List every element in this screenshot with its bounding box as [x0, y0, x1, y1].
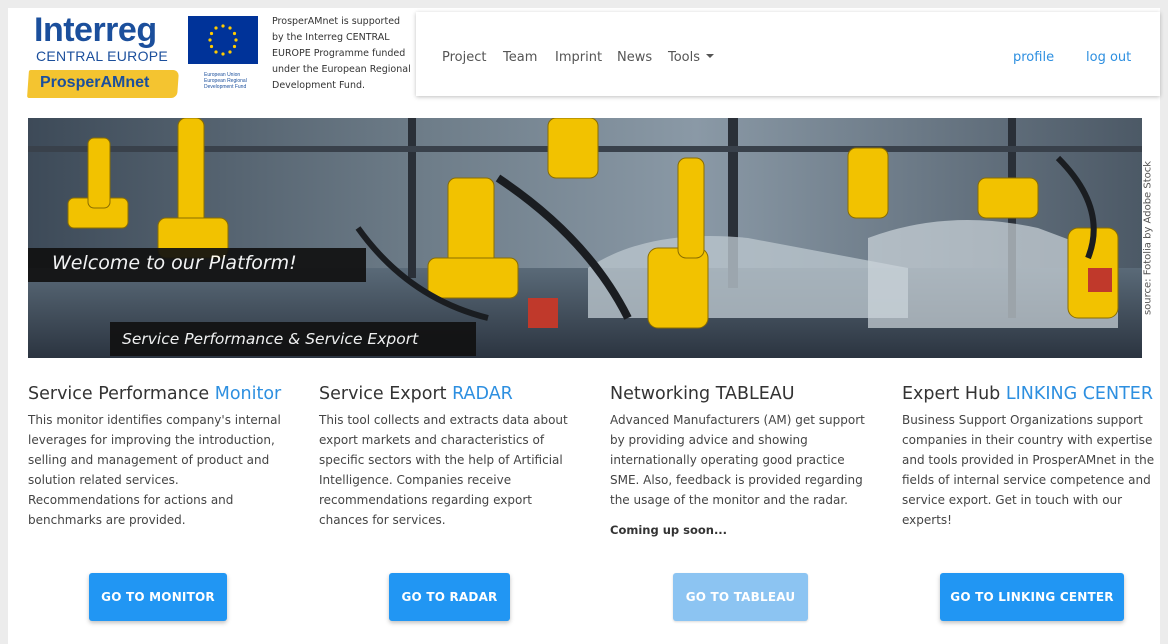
interreg-logo[interactable]: Interreg CENTRAL EUROPE ProsperAMnet Eur… — [27, 11, 266, 104]
go-to-tableau-button[interactable]: GO TO TABLEAU — [673, 573, 808, 621]
nav-tools-dropdown[interactable]: Tools — [668, 50, 715, 65]
support-statement: ProsperAMnet is supported by the Interre… — [272, 16, 411, 91]
column-description: This tool collects and extracts data abo… — [319, 413, 568, 527]
column-title-text: Service Export — [319, 384, 447, 404]
image-credit: source: Fotolia by Adobe Stock — [1138, 118, 1158, 358]
hero-subtitle: Service Performance & Service Export — [122, 330, 419, 348]
column-title: Service Export RADAR — [319, 382, 581, 406]
column-title-highlight: RADAR — [452, 384, 513, 404]
column-title-highlight: LINKING CENTER — [1005, 384, 1153, 404]
service-export-column: Service Export RADAR This tool collects … — [319, 382, 581, 530]
main-navbar: Project Team Imprint News Tools profile … — [416, 12, 1160, 96]
column-description: Advanced Manufacturers (AM) get support … — [610, 413, 865, 507]
profile-link[interactable]: profile — [1013, 50, 1054, 65]
column-title-text: Expert Hub — [902, 384, 1001, 404]
go-to-radar-button[interactable]: GO TO RADAR — [389, 573, 510, 621]
nav-project[interactable]: Project — [442, 50, 486, 65]
eu-flag-icon — [188, 16, 258, 64]
expert-hub-column: Expert Hub LINKING CENTER Business Suppo… — [902, 382, 1164, 530]
networking-tableau-column: Networking TABLEAU Advanced Manufacturer… — [610, 382, 872, 540]
column-title-highlight: Monitor — [214, 384, 282, 404]
nav-tools-label: Tools — [668, 50, 701, 65]
page: Interreg CENTRAL EUROPE ProsperAMnet Eur… — [8, 8, 1160, 644]
column-title: Networking TABLEAU — [610, 382, 872, 406]
column-description: This monitor identifies company's intern… — [28, 413, 281, 527]
eu-fund-note: European Union European Regional Develop… — [204, 72, 247, 90]
column-description: Business Support Organizations support c… — [902, 413, 1155, 527]
hero-title: Welcome to our Platform! — [52, 252, 297, 274]
service-performance-column: Service Performance Monitor This monitor… — [28, 382, 290, 530]
column-title: Service Performance Monitor — [28, 382, 290, 406]
go-to-monitor-button[interactable]: GO TO MONITOR — [89, 573, 227, 621]
coming-soon-note: Coming up soon... — [610, 523, 728, 537]
logo-subbrand: CENTRAL EUROPE — [36, 48, 169, 64]
nav-team[interactable]: Team — [503, 50, 537, 65]
hero-banner: Welcome to our Platform! Service Perform… — [28, 118, 1142, 358]
logo-brand: Interreg — [34, 11, 157, 49]
column-title-text: Service Performance — [28, 384, 210, 404]
nav-news[interactable]: News — [617, 50, 652, 65]
column-title: Expert Hub LINKING CENTER — [902, 382, 1164, 406]
hero-subtitle-box: Service Performance & Service Export — [110, 322, 476, 356]
chevron-down-icon — [706, 53, 715, 58]
logo-project-name: ProsperAMnet — [40, 74, 150, 91]
go-to-linking-center-button[interactable]: GO TO LINKING CENTER — [940, 573, 1124, 621]
image-credit-text: source: Fotolia by Adobe Stock — [1142, 160, 1154, 316]
hero-title-box: Welcome to our Platform! — [28, 248, 366, 282]
column-title-text: Networking TABLEAU — [610, 384, 795, 404]
logout-link[interactable]: log out — [1086, 50, 1131, 65]
nav-imprint[interactable]: Imprint — [555, 50, 602, 65]
